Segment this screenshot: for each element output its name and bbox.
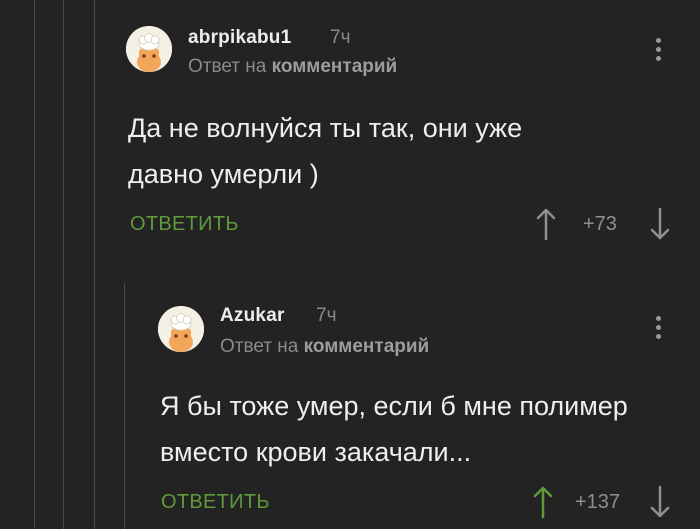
default-avatar-icon [126, 26, 172, 72]
downvote-arrow-icon[interactable] [650, 207, 670, 241]
avatar[interactable] [158, 306, 204, 352]
reply-button[interactable]: ОТВЕТИТЬ [130, 213, 239, 236]
upvote-arrow-icon[interactable] [533, 485, 553, 519]
more-options-icon[interactable] [656, 316, 662, 343]
comment-time: 7ч [316, 305, 337, 326]
reply-prefix: Ответ на [188, 56, 267, 77]
reply-to-link[interactable]: комментарий [304, 336, 430, 357]
rating-value: +137 [575, 491, 621, 513]
rating-value: +73 [583, 213, 617, 235]
more-options-icon[interactable] [656, 38, 662, 65]
reply-to-link[interactable]: комментарий [272, 56, 398, 77]
reply-to-info: Ответ на комментарий [220, 336, 429, 358]
reply-prefix: Ответ на [220, 336, 299, 357]
username[interactable]: abrpikabu1 [188, 27, 291, 49]
username[interactable]: Azukar [220, 305, 285, 327]
upvote-arrow-icon[interactable] [536, 207, 556, 241]
downvote-arrow-icon[interactable] [650, 485, 670, 519]
reply-button[interactable]: ОТВЕТИТЬ [161, 491, 270, 514]
comment-text: Да не волнуйся ты так, они уже давно уме… [128, 113, 523, 189]
thread-line [124, 283, 125, 529]
comment-time: 7ч [330, 27, 351, 48]
avatar[interactable] [126, 26, 172, 72]
default-avatar-icon [158, 306, 204, 352]
comment-text: Я бы тоже умер, если б мне полимер вмест… [160, 391, 628, 467]
thread-line [63, 0, 64, 529]
reply-to-info: Ответ на комментарий [188, 56, 397, 78]
thread-line [34, 0, 35, 529]
thread-line [94, 0, 95, 529]
